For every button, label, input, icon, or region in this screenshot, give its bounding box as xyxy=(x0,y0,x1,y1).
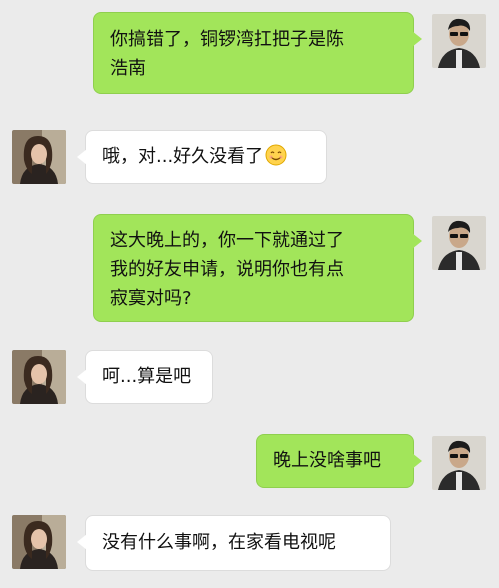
message-row: 晚上没啥事吧 xyxy=(0,434,499,490)
message-row: 你搞错了，铜锣湾扛把子是陈 浩南 xyxy=(0,12,499,98)
smile-emoji-icon xyxy=(265,144,287,166)
incoming-message-bubble[interactable]: 没有什么事啊，在家看电视呢 xyxy=(77,515,391,571)
message-line: 晚上没啥事吧 xyxy=(273,450,381,471)
man-sunglasses-avatar[interactable] xyxy=(432,436,486,490)
incoming-message-bubble[interactable]: 呵...算是吧 xyxy=(77,350,213,404)
message-line: 我的好友申请，说明你也有点 xyxy=(110,259,344,280)
message-line: 这大晚上的，你一下就通过了 xyxy=(110,230,344,251)
message-line: 你搞错了，铜锣湾扛把子是陈 xyxy=(110,29,344,50)
man-sunglasses-avatar[interactable] xyxy=(432,216,486,270)
message-row: 没有什么事啊，在家看电视呢 xyxy=(0,515,499,575)
outgoing-message-bubble[interactable]: 晚上没啥事吧 xyxy=(256,434,422,488)
message-line: 浩南 xyxy=(110,58,146,79)
message-row: 呵...算是吧 xyxy=(0,350,499,406)
message-line: 呵...算是吧 xyxy=(102,366,192,387)
outgoing-message-bubble[interactable]: 你搞错了，铜锣湾扛把子是陈 浩南 xyxy=(93,12,422,94)
woman-avatar[interactable] xyxy=(12,350,66,404)
message-row: 这大晚上的，你一下就通过了 我的好友申请，说明你也有点 寂寞对吗? xyxy=(0,214,499,324)
man-sunglasses-avatar[interactable] xyxy=(432,14,486,68)
outgoing-message-bubble[interactable]: 这大晚上的，你一下就通过了 我的好友申请，说明你也有点 寂寞对吗? xyxy=(93,214,422,322)
woman-avatar[interactable] xyxy=(12,515,66,569)
message-row: 哦，对...好久没看了 xyxy=(0,130,499,186)
chat-window: 你搞错了，铜锣湾扛把子是陈 浩南 哦，对...好久没看了 这大晚上的，你一下就通… xyxy=(0,0,499,588)
message-line: 没有什么事啊，在家看电视呢 xyxy=(102,532,336,553)
incoming-message-bubble[interactable]: 哦，对...好久没看了 xyxy=(77,130,327,184)
message-line: 寂寞对吗? xyxy=(110,288,192,309)
woman-avatar[interactable] xyxy=(12,130,66,184)
message-line: 哦，对...好久没看了 xyxy=(102,146,264,167)
